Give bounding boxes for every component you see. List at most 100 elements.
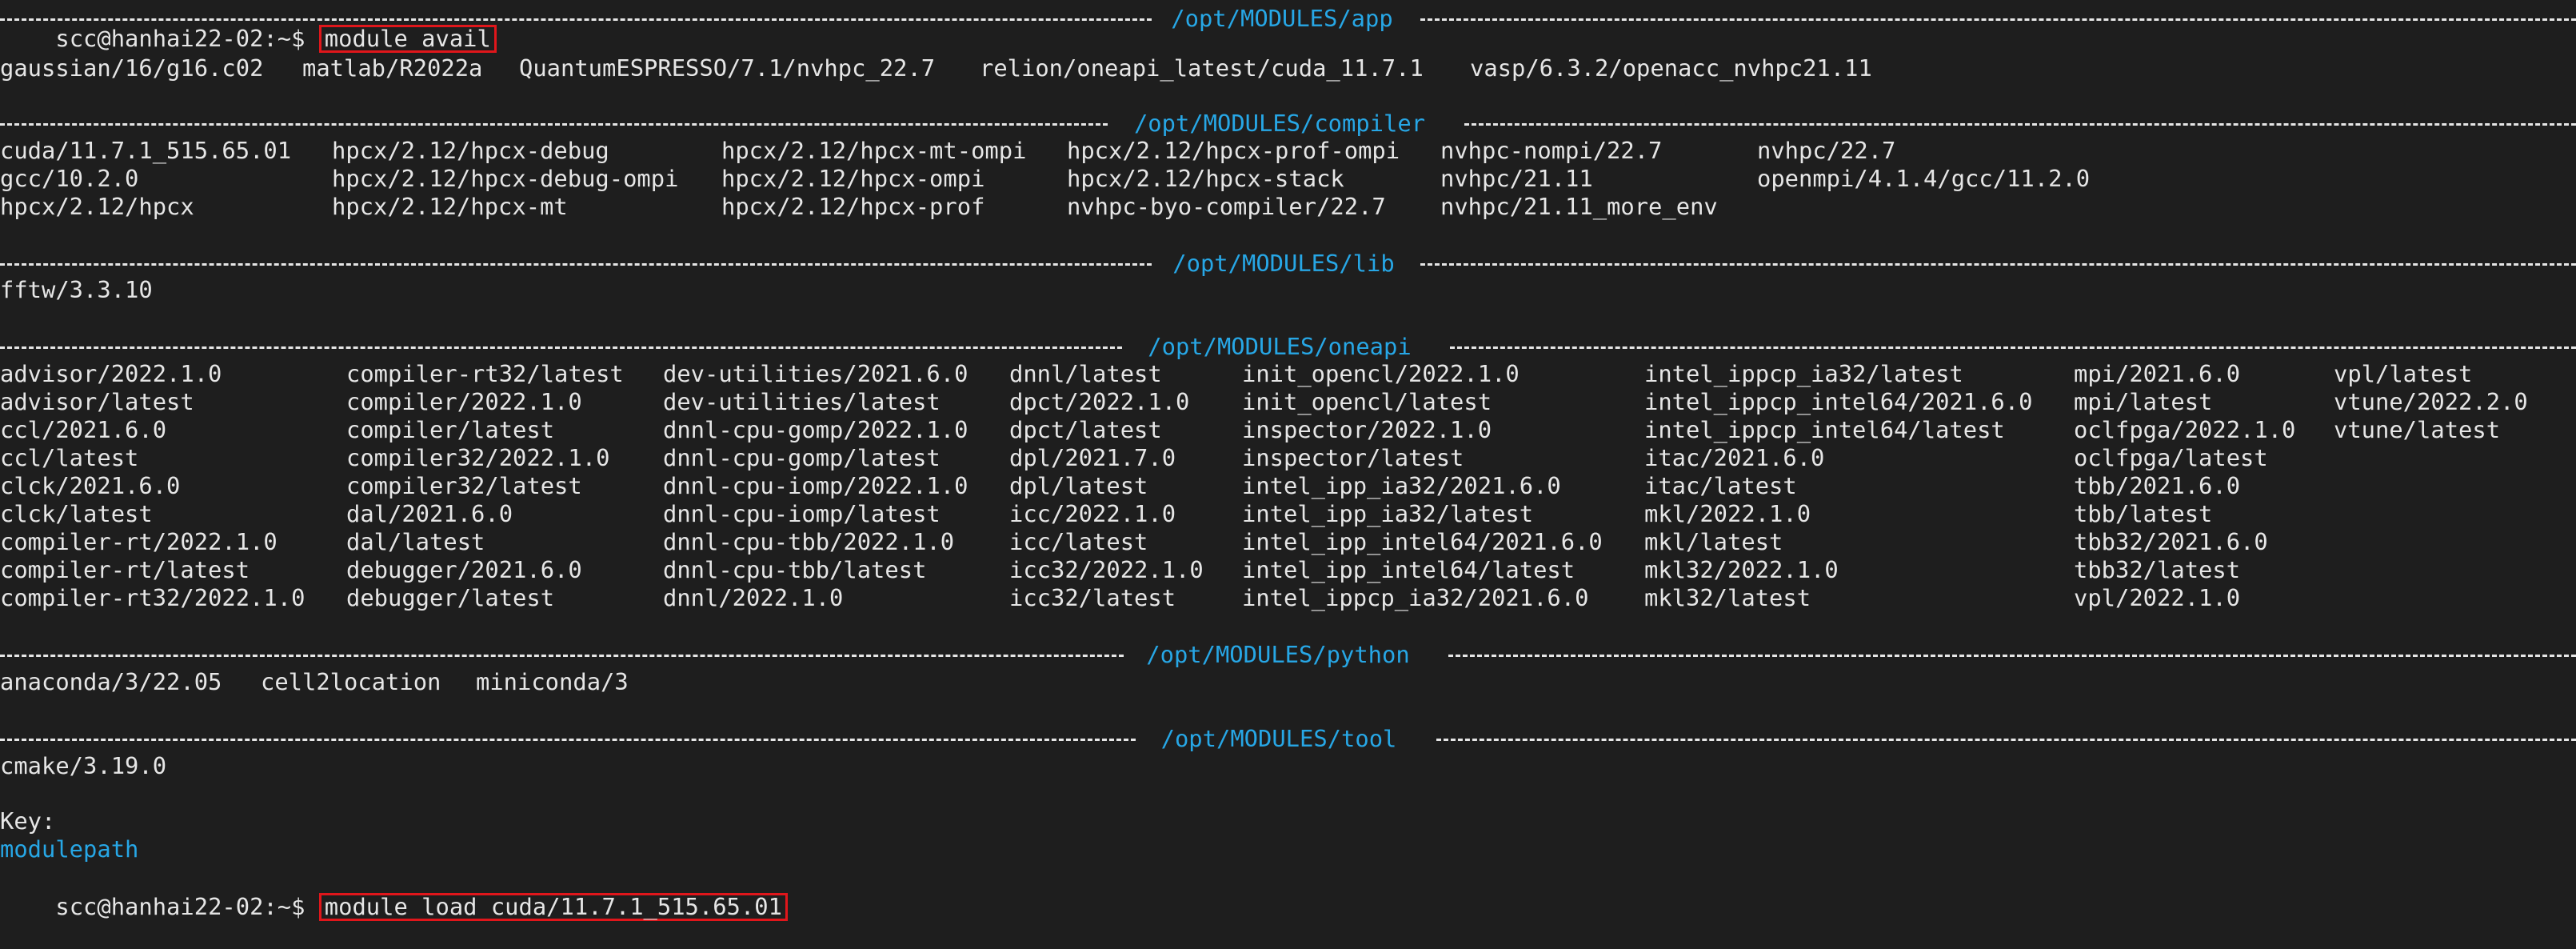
module-entry: intel_ipp_intel64/2021.6.0 bbox=[1242, 528, 1603, 555]
module-entry: fftw/3.3.10 bbox=[0, 276, 153, 303]
module-entry: relion/oneapi_latest/cuda_11.7.1 bbox=[980, 54, 1424, 82]
key-modulepath: modulepath bbox=[0, 835, 139, 863]
separator-dash-right bbox=[1436, 739, 2576, 741]
module-entry: gcc/10.2.0 bbox=[0, 165, 139, 192]
module-entry: itac/2021.6.0 bbox=[1644, 444, 1825, 471]
module-row: ccl/2021.6.0 compiler/latest dnnl-cpu-go… bbox=[0, 416, 2500, 444]
module-entry: nvhpc/21.11 bbox=[1440, 165, 1593, 192]
module-entry: advisor/2022.1.0 bbox=[0, 360, 222, 387]
module-entry: dpl/latest bbox=[1009, 472, 1148, 499]
section-separator-oneapi: /opt/MODULES/oneapi bbox=[0, 333, 2576, 361]
separator-dash-right bbox=[1448, 655, 2576, 657]
section-label-compiler: /opt/MODULES/compiler bbox=[1133, 110, 1426, 137]
module-entry: tbb/latest bbox=[2074, 500, 2213, 527]
module-row: compiler-rt/2022.1.0 dal/latest dnnl-cpu… bbox=[0, 528, 2268, 556]
module-entry: dnnl-cpu-tbb/2022.1.0 bbox=[663, 528, 955, 555]
module-entry: compiler32/2022.1.0 bbox=[346, 444, 610, 471]
section-label-lib: /opt/MODULES/lib bbox=[1172, 250, 1395, 277]
module-entry: cuda/11.7.1_515.65.01 bbox=[0, 137, 292, 164]
separator-dash-left bbox=[0, 123, 1108, 126]
section-label-app: /opt/MODULES/app bbox=[1171, 5, 1393, 32]
module-entry: compiler-rt/2022.1.0 bbox=[0, 528, 278, 555]
module-entry: hpcx/2.12/hpcx-prof-ompi bbox=[1067, 137, 1400, 164]
module-entry: nvhpc-byo-compiler/22.7 bbox=[1067, 193, 1386, 220]
module-entry: nvhpc/21.11_more_env bbox=[1440, 193, 1718, 220]
module-entry: advisor/latest bbox=[0, 388, 194, 415]
module-entry: tbb/2021.6.0 bbox=[2074, 472, 2241, 499]
module-entry: icc32/2022.1.0 bbox=[1009, 556, 1204, 583]
module-entry: dev-utilities/latest bbox=[663, 388, 941, 415]
module-entry: intel_ipp_intel64/latest bbox=[1242, 556, 1576, 583]
module-entry: intel_ippcp_intel64/2021.6.0 bbox=[1644, 388, 2033, 415]
module-entry: init_opencl/latest bbox=[1242, 388, 1492, 415]
module-entry: dnnl-cpu-iomp/2022.1.0 bbox=[663, 472, 968, 499]
module-entry: dnnl/2022.1.0 bbox=[663, 584, 844, 611]
module-entry: init_opencl/2022.1.0 bbox=[1242, 360, 1520, 387]
module-row: cuda/11.7.1_515.65.01 hpcx/2.12/hpcx-deb… bbox=[0, 137, 1895, 165]
module-entry: dal/latest bbox=[346, 528, 485, 555]
module-entry: itac/latest bbox=[1644, 472, 1797, 499]
section-separator-tool: /opt/MODULES/tool bbox=[0, 725, 2576, 753]
separator-dash-left bbox=[0, 18, 1152, 21]
module-entry: nvhpc/22.7 bbox=[1757, 137, 1896, 164]
section-label-tool: /opt/MODULES/tool bbox=[1160, 725, 1397, 752]
module-entry: compiler32/latest bbox=[346, 472, 582, 499]
separator-dash-left bbox=[0, 263, 1152, 266]
separator-dash-right bbox=[1464, 123, 2576, 126]
separator-dash-left bbox=[0, 739, 1136, 741]
module-entry: dnnl/latest bbox=[1009, 360, 1162, 387]
module-entry: vtune/latest bbox=[2334, 416, 2501, 443]
section-separator-app: /opt/MODULES/app bbox=[0, 5, 2576, 33]
module-entry: gaussian/16/g16.c02 bbox=[0, 54, 264, 82]
module-row: advisor/latest compiler/2022.1.0 dev-uti… bbox=[0, 388, 2528, 416]
module-entry: hpcx/2.12/hpcx-prof bbox=[721, 193, 985, 220]
command-highlight-2: module load cuda/11.7.1_515.65.01 bbox=[318, 893, 788, 921]
module-entry: dpct/latest bbox=[1009, 416, 1162, 443]
module-row: fftw/3.3.10 bbox=[0, 276, 153, 304]
prompt-line-2[interactable]: scc@hanhai22-02:~$ module load cuda/11.7… bbox=[0, 865, 788, 921]
module-row: advisor/2022.1.0 compiler-rt32/latest de… bbox=[0, 360, 2472, 388]
module-row: compiler-rt/latest debugger/2021.6.0 dnn… bbox=[0, 556, 2240, 584]
module-entry: debugger/latest bbox=[346, 584, 555, 611]
module-row: gaussian/16/g16.c02 matlab/R2022a Quantu… bbox=[0, 54, 1872, 82]
module-entry: inspector/latest bbox=[1242, 444, 1464, 471]
module-row: clck/latest dal/2021.6.0 dnnl-cpu-iomp/l… bbox=[0, 500, 2212, 528]
module-entry: clck/2021.6.0 bbox=[0, 472, 181, 499]
section-separator-compiler: /opt/MODULES/compiler bbox=[0, 110, 2576, 138]
module-entry: dal/2021.6.0 bbox=[346, 500, 513, 527]
module-entry: intel_ipp_ia32/2021.6.0 bbox=[1242, 472, 1561, 499]
module-entry: anaconda/3/22.05 bbox=[0, 668, 222, 695]
module-row: cmake/3.19.0 bbox=[0, 752, 166, 780]
module-row: gcc/10.2.0 hpcx/2.12/hpcx-debug-ompi hpc… bbox=[0, 165, 2090, 193]
module-entry: cmake/3.19.0 bbox=[0, 752, 167, 779]
module-entry: compiler/2022.1.0 bbox=[346, 388, 582, 415]
module-entry: dev-utilities/2021.6.0 bbox=[663, 360, 968, 387]
module-entry: mpi/2021.6.0 bbox=[2074, 360, 2241, 387]
module-entry: hpcx/2.12/hpcx-debug bbox=[332, 137, 609, 164]
module-entry: nvhpc-nompi/22.7 bbox=[1440, 137, 1663, 164]
module-row: hpcx/2.12/hpcx hpcx/2.12/hpcx-mt hpcx/2.… bbox=[0, 193, 1718, 221]
module-entry: mkl/latest bbox=[1644, 528, 1783, 555]
module-entry: hpcx/2.12/hpcx-mt bbox=[332, 193, 568, 220]
module-entry: intel_ipp_ia32/latest bbox=[1242, 500, 1534, 527]
module-entry: hpcx/2.12/hpcx-debug-ompi bbox=[332, 165, 679, 192]
separator-dash-right bbox=[1420, 18, 2576, 21]
module-entry: ccl/latest bbox=[0, 444, 139, 471]
module-entry: debugger/2021.6.0 bbox=[346, 556, 582, 583]
module-row: anaconda/3/22.05 cell2location miniconda… bbox=[0, 668, 629, 696]
module-entry: dnnl-cpu-gomp/2022.1.0 bbox=[663, 416, 968, 443]
module-entry: intel_ippcp_intel64/latest bbox=[1644, 416, 2005, 443]
module-entry: dnnl-cpu-gomp/latest bbox=[663, 444, 941, 471]
module-row: compiler-rt32/2022.1.0 debugger/latest d… bbox=[0, 584, 2240, 612]
separator-dash-right bbox=[1450, 346, 2576, 349]
module-entry: hpcx/2.12/hpcx-ompi bbox=[721, 165, 985, 192]
module-entry: dpct/2022.1.0 bbox=[1009, 388, 1190, 415]
module-entry: hpcx/2.12/hpcx-mt-ompi bbox=[721, 137, 1027, 164]
module-entry: icc/2022.1.0 bbox=[1009, 500, 1176, 527]
module-entry: tbb32/2021.6.0 bbox=[2074, 528, 2268, 555]
module-entry: inspector/2022.1.0 bbox=[1242, 416, 1492, 443]
terminal-window[interactable]: scc@hanhai22-02:~$ module avail /opt/MOD… bbox=[0, 0, 2576, 921]
module-entry: vpl/latest bbox=[2334, 360, 2473, 387]
key-title: Key: bbox=[0, 807, 56, 835]
prompt: scc@hanhai22-02:~$ bbox=[55, 893, 306, 920]
